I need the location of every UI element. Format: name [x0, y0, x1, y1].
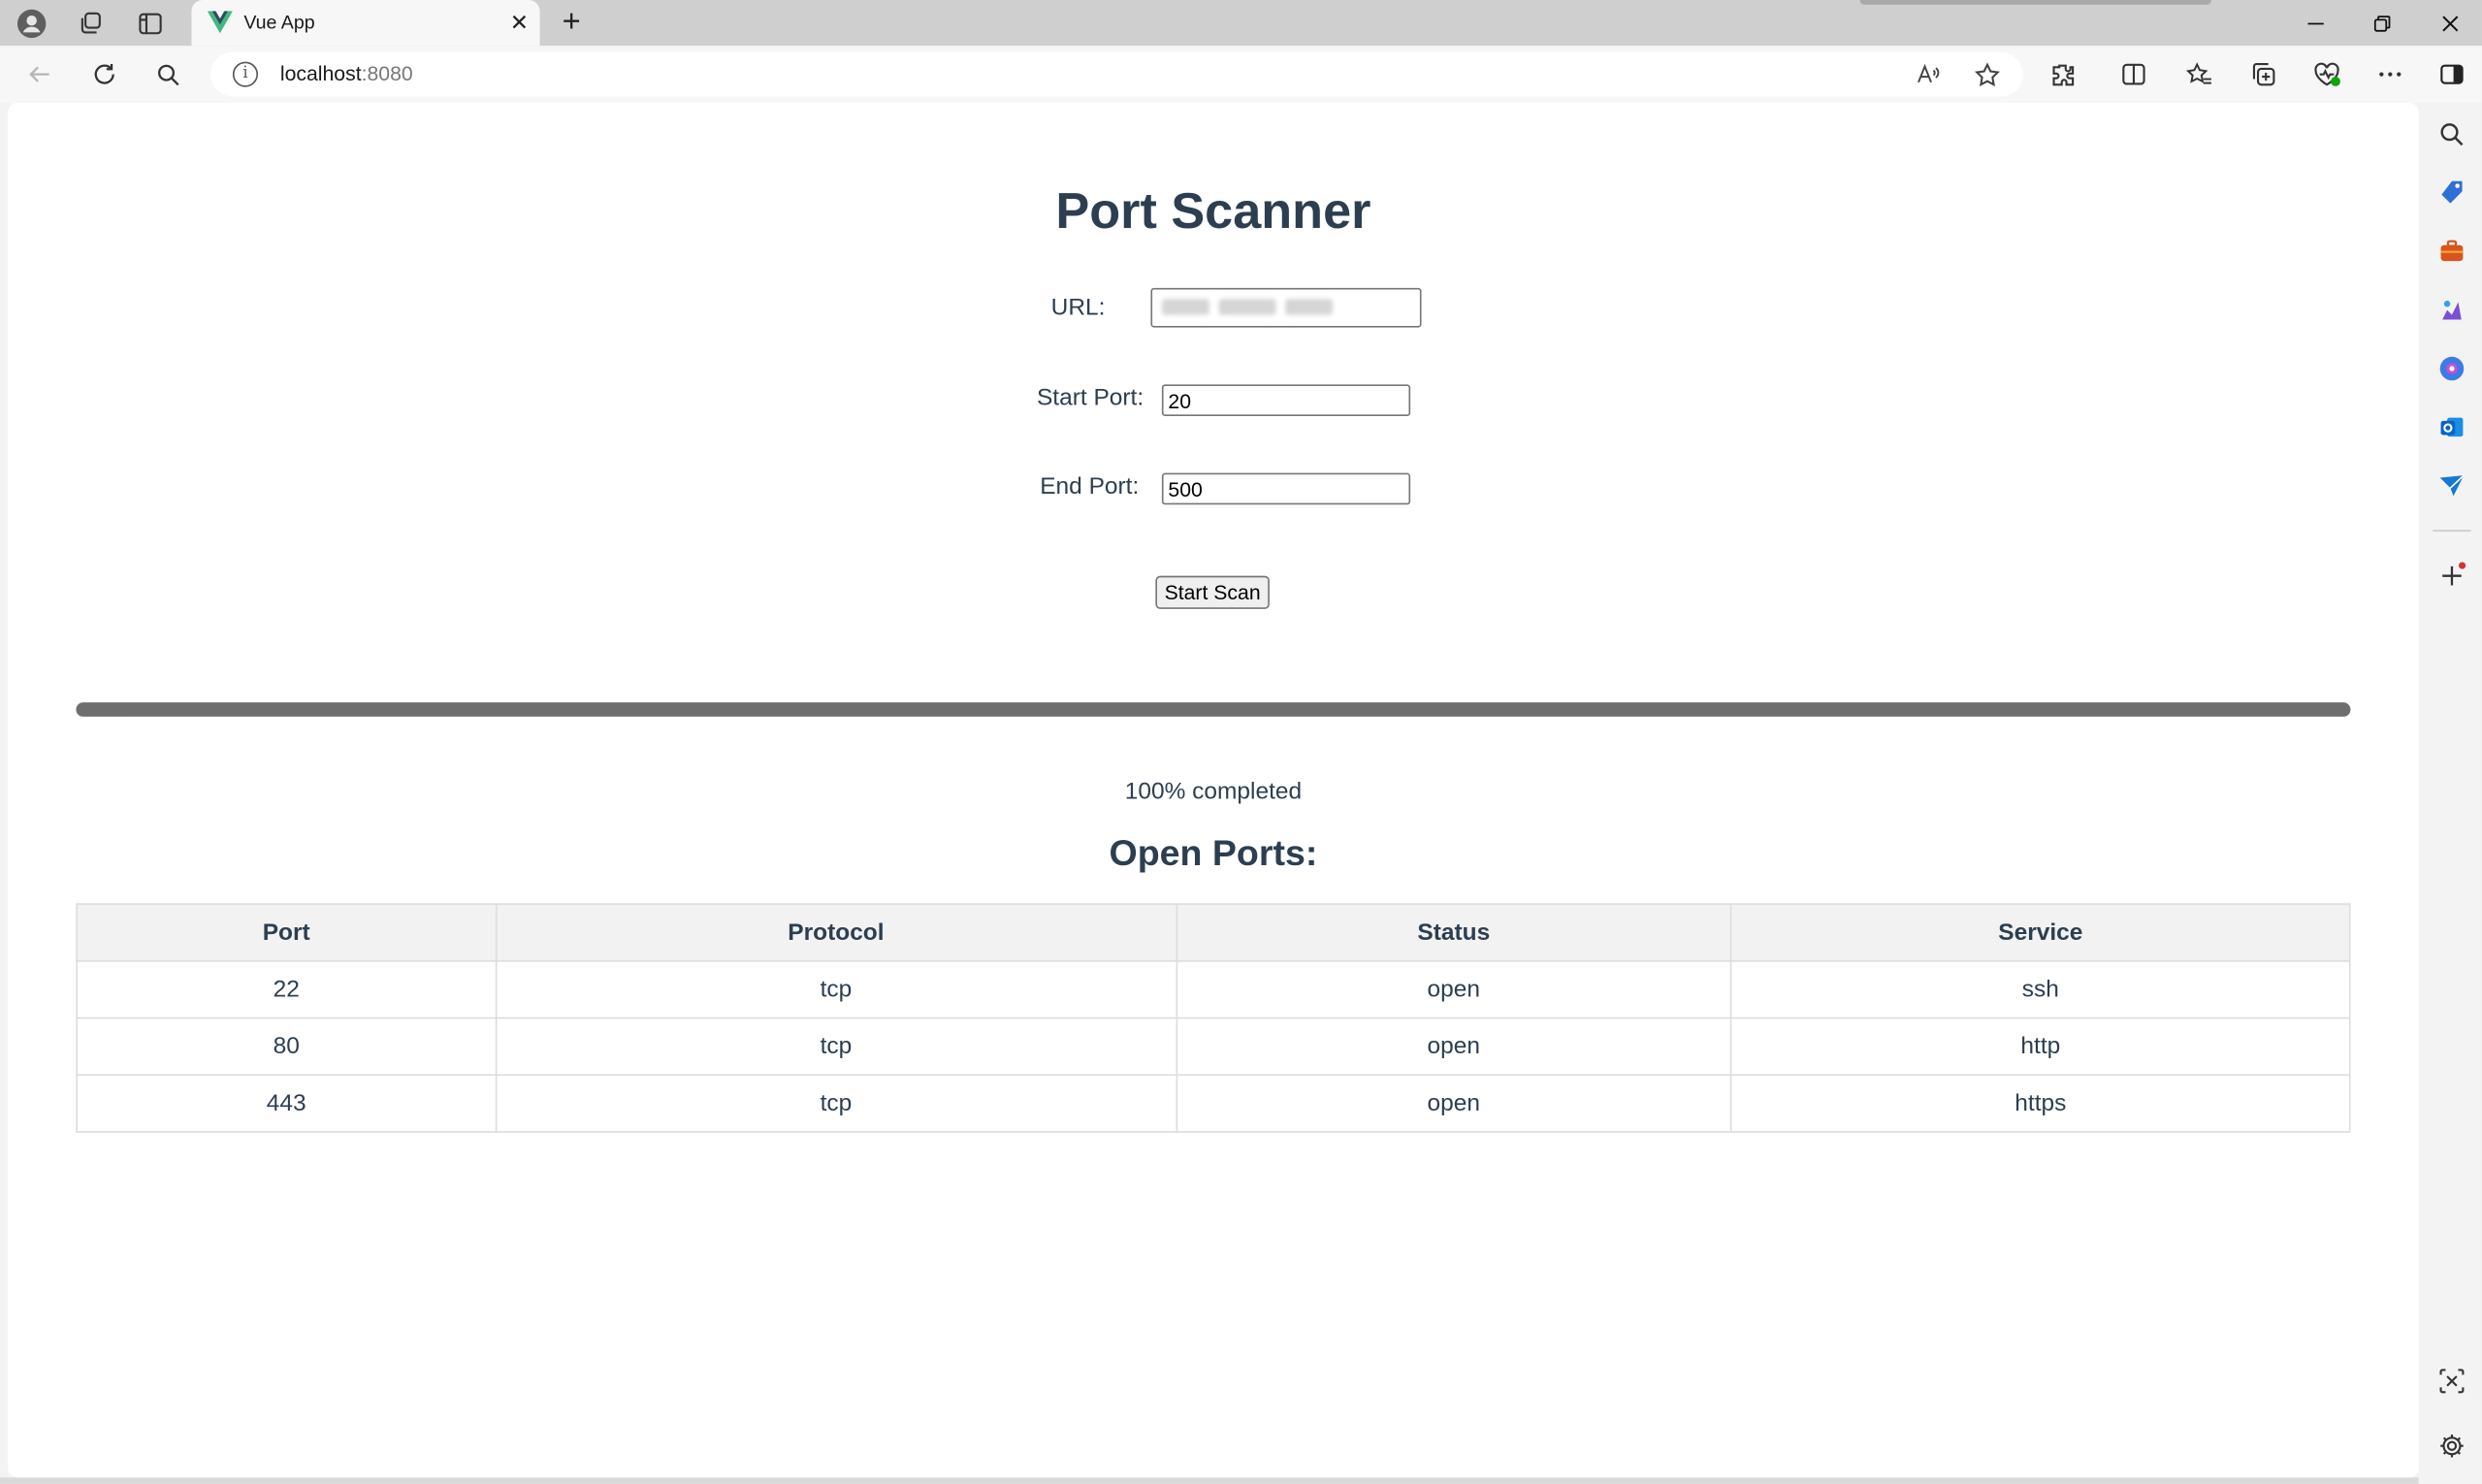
extensions-icon[interactable] [2046, 57, 2080, 92]
url-input[interactable] [1150, 287, 1422, 328]
redacted-url-block [1161, 299, 1209, 315]
search-icon[interactable] [2436, 118, 2468, 150]
tools-icon[interactable] [2436, 236, 2468, 268]
refresh-icon[interactable] [87, 57, 122, 92]
favorite-star-icon[interactable] [1969, 57, 2004, 92]
progress-text: 100% completed [1124, 778, 1303, 806]
outlook-icon[interactable] [2436, 411, 2468, 443]
window-bottom-edge [0, 1477, 2419, 1484]
more-icon[interactable] [2372, 57, 2407, 92]
workspaces-icon[interactable] [73, 7, 108, 42]
end-port-label: End Port: [1040, 472, 1140, 500]
profile-icon[interactable] [15, 7, 49, 42]
cell-service: ssh [1730, 960, 2351, 1019]
minimize-icon[interactable] [2284, 0, 2347, 46]
games-icon[interactable] [2436, 294, 2468, 326]
active-tab[interactable]: Vue App ✕ [191, 0, 540, 47]
copilot-icon[interactable] [2436, 353, 2468, 385]
read-aloud-icon[interactable] [1911, 57, 1946, 92]
page-title: Port Scanner [1055, 181, 1371, 240]
tab-title: Vue App [243, 11, 315, 34]
start-scan-button[interactable]: Start Scan [1155, 575, 1270, 609]
sidebar-divider [2433, 530, 2471, 532]
cell-status: open [1175, 1016, 1732, 1077]
site-info-icon[interactable]: i [232, 61, 259, 87]
address-port: :8080 [361, 61, 413, 86]
header-service: Service [1730, 903, 2351, 962]
open-ports-heading: Open Ports: [1109, 831, 1318, 874]
close-window-icon[interactable] [2419, 0, 2482, 46]
cell-service: https [1730, 1074, 2351, 1133]
add-icon[interactable] [2436, 560, 2468, 592]
vue-logo-icon [207, 11, 233, 34]
cell-port: 443 [76, 1074, 498, 1133]
search-icon[interactable] [150, 57, 185, 92]
table-header-row: Port Protocol Status Service [76, 903, 2351, 962]
favorites-icon[interactable] [2181, 57, 2216, 92]
redacted-url-block [1218, 299, 1276, 315]
end-port-input[interactable]: 500 [1161, 472, 1411, 505]
browser-window: Vue App ✕ + i localhost:8080 Port Scanne… [0, 0, 2482, 1484]
progress-fill [76, 702, 2351, 717]
shopping-tag-icon[interactable] [2436, 177, 2468, 210]
header-status: Status [1175, 903, 1732, 962]
tab-strip: Vue App ✕ + [0, 0, 2482, 47]
collections-icon[interactable] [2246, 57, 2281, 92]
split-screen-icon[interactable] [2116, 57, 2151, 92]
browser-essentials-icon[interactable] [2309, 57, 2344, 92]
close-tab-icon[interactable]: ✕ [505, 8, 533, 36]
browser-sidebar [2420, 103, 2482, 1484]
page-viewport: Port Scanner URL: Start Port: 20 End Por… [8, 103, 2419, 1478]
new-tab-icon[interactable]: + [554, 5, 589, 40]
settings-icon[interactable] [2436, 1430, 2468, 1462]
address-bar[interactable]: i localhost:8080 [210, 51, 2023, 97]
open-ports-table: Port Protocol Status Service 22 tcp open… [76, 903, 2351, 1133]
cell-service: http [1730, 1016, 2351, 1077]
cell-status: open [1175, 1074, 1732, 1133]
header-protocol: Protocol [495, 903, 1177, 962]
table-row: 80 tcp open http [76, 1016, 2351, 1077]
sidebar-toggle-icon[interactable] [2434, 57, 2469, 92]
screenshot-icon[interactable] [2436, 1366, 2468, 1398]
address-url[interactable]: localhost:8080 [280, 62, 413, 85]
cell-port: 22 [76, 960, 498, 1019]
cell-protocol: tcp [495, 1016, 1177, 1077]
redacted-url-block [1285, 299, 1334, 315]
back-icon[interactable] [22, 57, 57, 92]
start-port-label: Start Port: [1036, 384, 1144, 412]
restore-icon[interactable] [2351, 0, 2414, 46]
url-label: URL: [1050, 294, 1106, 322]
cell-protocol: tcp [495, 960, 1177, 1019]
vertical-tabs-icon[interactable] [133, 7, 168, 42]
cell-protocol: tcp [495, 1074, 1177, 1133]
table-row: 443 tcp open https [76, 1074, 2351, 1133]
progress-bar [76, 702, 2351, 717]
header-port: Port [76, 903, 498, 962]
browser-toolbar: i localhost:8080 [0, 46, 2482, 104]
drag-handle [1859, 0, 2211, 5]
start-port-input[interactable]: 20 [1161, 384, 1411, 416]
send-icon[interactable] [2436, 469, 2468, 501]
address-host: localhost [279, 61, 362, 86]
table-row: 22 tcp open ssh [76, 960, 2351, 1019]
cell-port: 80 [76, 1016, 498, 1077]
cell-status: open [1175, 960, 1732, 1019]
